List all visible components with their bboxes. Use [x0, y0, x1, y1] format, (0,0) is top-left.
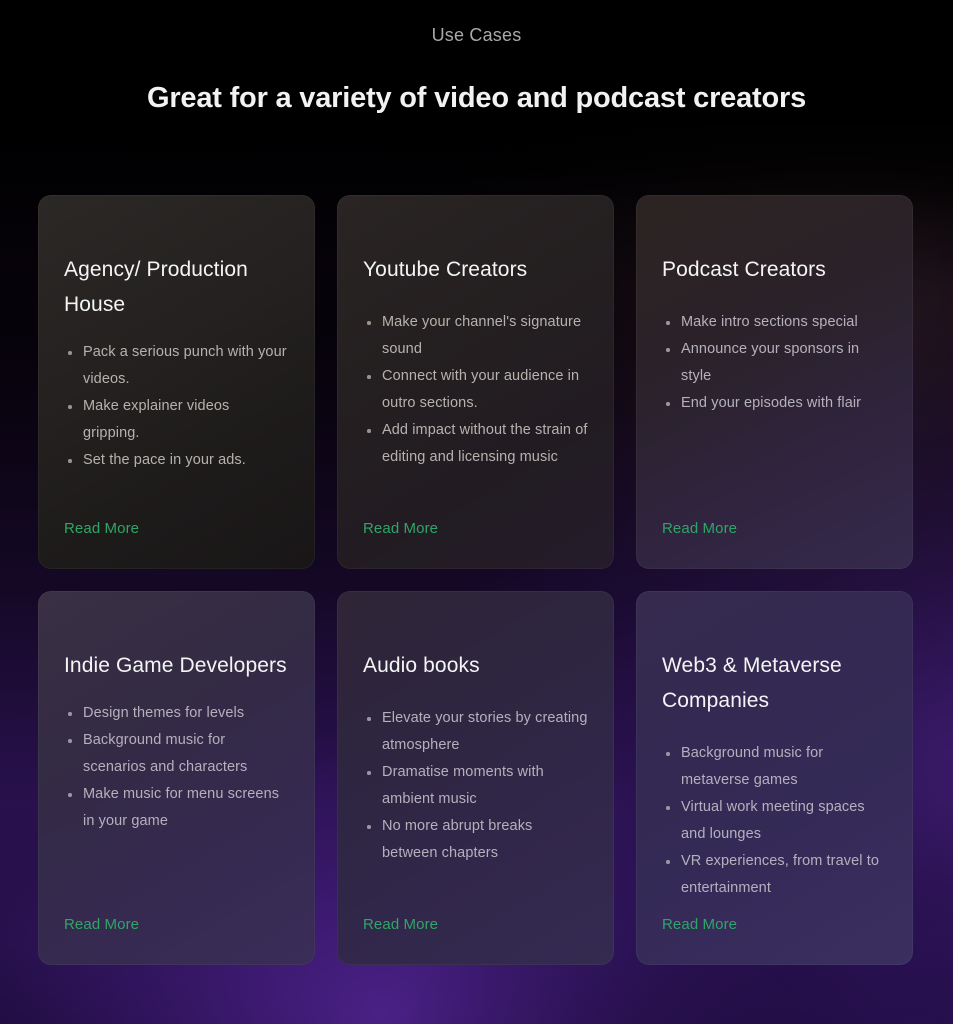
list-item: Dramatise moments with ambient music — [363, 759, 588, 813]
read-more-link[interactable]: Read More — [363, 519, 438, 569]
card-title: Podcast Creators — [662, 258, 826, 281]
read-more-link[interactable]: Read More — [662, 915, 737, 965]
list-item: Announce your sponsors in style — [662, 336, 887, 390]
list-item: Make explainer videos gripping. — [64, 393, 289, 447]
card-title: Agency/ Production House — [64, 258, 248, 316]
section-eyebrow: Use Cases — [431, 25, 522, 45]
use-case-card-youtube-creators[interactable]: Youtube Creators Make your channel's sig… — [337, 195, 614, 569]
list-item: Background music for metaverse games — [662, 740, 887, 794]
use-case-card-grid: Agency/ Production House Pack a serious … — [38, 195, 915, 965]
read-more-link[interactable]: Read More — [662, 519, 737, 569]
card-title: Indie Game Developers — [64, 654, 287, 677]
card-title: Audio books — [363, 654, 480, 677]
list-item: Connect with your audience in outro sect… — [363, 363, 588, 417]
list-item: Design themes for levels — [64, 700, 289, 727]
card-title: Web3 & Metaverse Companies — [662, 654, 842, 712]
list-item: Pack a serious punch with your videos. — [64, 339, 289, 393]
list-item: Background music for scenarios and chara… — [64, 727, 289, 781]
use-case-card-audio-books[interactable]: Audio books Elevate your stories by crea… — [337, 591, 614, 965]
page-title: Great for a variety of video and podcast… — [146, 82, 807, 114]
card-bullet-list: Elevate your stories by creating atmosph… — [363, 683, 588, 915]
list-item: Make your channel's signature sound — [363, 309, 588, 363]
list-item: Elevate your stories by creating atmosph… — [363, 705, 588, 759]
use-cases-page: Use Cases Great for a variety of video a… — [0, 0, 953, 1024]
use-case-card-podcast-creators[interactable]: Podcast Creators Make intro sections spe… — [636, 195, 913, 569]
use-case-card-indie-game-developers[interactable]: Indie Game Developers Design themes for … — [38, 591, 315, 965]
list-item: Set the pace in your ads. — [64, 447, 289, 474]
list-item: Make intro sections special — [662, 309, 887, 336]
list-item: No more abrupt breaks between chapters — [363, 813, 588, 867]
read-more-link[interactable]: Read More — [64, 519, 139, 569]
card-bullet-list: Make your channel's signature sound Conn… — [363, 287, 588, 519]
list-item: End your episodes with flair — [662, 390, 887, 417]
read-more-link[interactable]: Read More — [64, 915, 139, 965]
list-item: Make music for menu screens in your game — [64, 781, 289, 835]
read-more-link[interactable]: Read More — [363, 915, 438, 965]
card-bullet-list: Make intro sections special Announce you… — [662, 287, 887, 519]
card-bullet-list: Design themes for levels Background musi… — [64, 683, 289, 915]
section-header: Use Cases Great for a variety of video a… — [0, 0, 953, 117]
use-case-card-agency-production-house[interactable]: Agency/ Production House Pack a serious … — [38, 195, 315, 569]
use-case-card-web3-metaverse-companies[interactable]: Web3 & Metaverse Companies Background mu… — [636, 591, 913, 965]
list-item: VR experiences, from travel to entertain… — [662, 848, 887, 902]
card-title: Youtube Creators — [363, 258, 528, 281]
list-item: Virtual work meeting spaces and lounges — [662, 794, 887, 848]
card-bullet-list: Background music for metaverse games Vir… — [662, 718, 887, 915]
card-bullet-list: Pack a serious punch with your videos. M… — [64, 322, 289, 519]
list-item: Add impact without the strain of editing… — [363, 417, 588, 471]
